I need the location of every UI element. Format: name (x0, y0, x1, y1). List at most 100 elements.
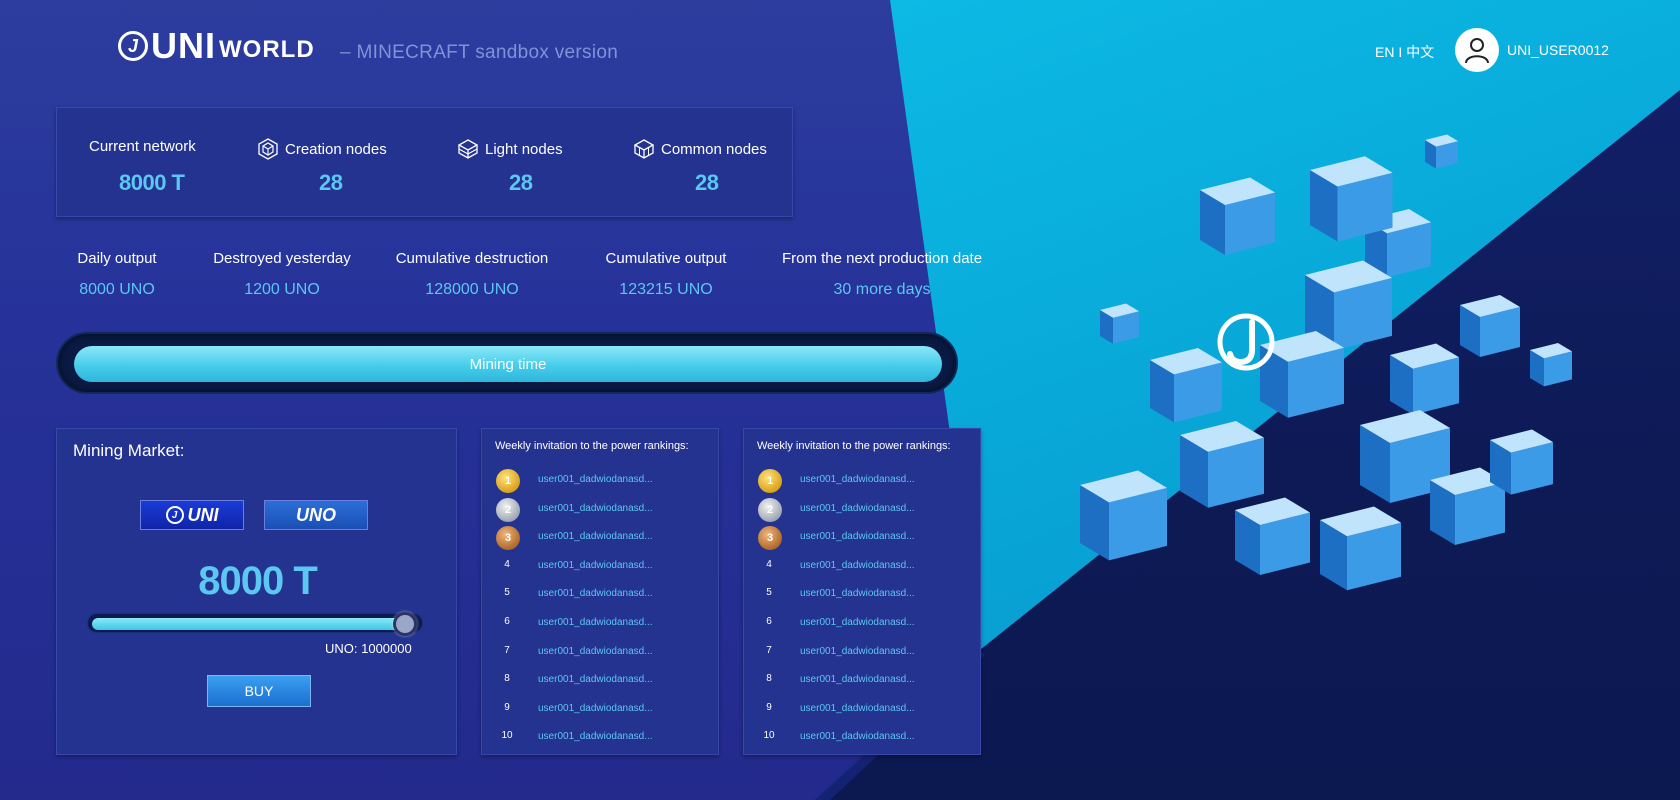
ranking-user[interactable]: user001_dadwiodanasd... (800, 731, 915, 742)
mining-market-panel: Mining Market: J UNI UNO 8000 T UNO: 100… (56, 428, 457, 755)
ranking-row[interactable]: 5 user001_dadwiodanasd... (744, 583, 982, 607)
network-panel: Current network 8000 T Creation nodes 28… (56, 107, 793, 217)
stat-value: 123215 UNO (619, 281, 713, 298)
mining-time-fill: Mining time (74, 346, 942, 382)
ranking-position: 10 (501, 730, 513, 742)
ranking-row[interactable]: 2 user001_dadwiodanasd... (482, 497, 720, 522)
ranking-position: 5 (766, 587, 772, 599)
ranking-user[interactable]: user001_dadwiodanasd... (800, 617, 915, 628)
ranking-user[interactable]: user001_dadwiodanasd... (538, 674, 653, 685)
token-uni-button[interactable]: J UNI (140, 500, 244, 530)
ranking-user[interactable]: user001_dadwiodanasd... (538, 531, 653, 542)
mining-time-bar: Mining time (56, 332, 958, 394)
ranking-position: 6 (766, 616, 772, 627)
ranking-position: 8 (504, 673, 510, 685)
ranking-user[interactable]: user001_dadwiodanasd... (800, 674, 915, 685)
uni-token-icon: J (165, 506, 184, 524)
ranking-user[interactable]: user001_dadwiodanasd... (538, 560, 653, 571)
ranking-row[interactable]: 1 user001_dadwiodanasd... (744, 469, 982, 493)
slider-fill (92, 618, 414, 630)
network-value: 8000 T (119, 170, 185, 195)
language-toggle[interactable]: EN I 中文 (1375, 42, 1434, 62)
network-label: Current network (89, 138, 196, 155)
stat-next-production: From the next production date 30 more da… (781, 250, 983, 299)
stat-value: 8000 UNO (79, 281, 155, 298)
network-label: Creation nodes (257, 138, 387, 160)
ranking-position: 10 (763, 730, 775, 742)
ranking-user[interactable]: user001_dadwiodanasd... (538, 588, 653, 599)
stat-daily-output: Daily output 8000 UNO (72, 250, 162, 299)
rankings-panel-1: Weekly invitation to the power rankings:… (481, 428, 719, 755)
ranking-row[interactable]: 9 user001_dadwiodanasd... (482, 698, 720, 722)
stat-value: 128000 UNO (425, 281, 519, 298)
ranking-row[interactable]: 8 user001_dadwiodanasd... (744, 669, 982, 693)
ranking-row[interactable]: 2 user001_dadwiodanasd... (744, 497, 982, 522)
ranking-user[interactable]: user001_dadwiodanasd... (800, 646, 915, 657)
network-value: 28 (695, 170, 719, 195)
cube-icon (633, 139, 655, 159)
ranking-row[interactable]: 7 user001_dadwiodanasd... (744, 641, 982, 665)
ranking-row[interactable]: 5 user001_dadwiodanasd... (482, 583, 720, 607)
ranking-user[interactable]: user001_dadwiodanasd... (538, 503, 653, 514)
ranking-user[interactable]: user001_dadwiodanasd... (538, 617, 653, 628)
stat-label: Cumulative destruction (395, 250, 549, 267)
stat-cumulative-output: Cumulative output 123215 UNO (603, 250, 729, 299)
slider-thumb[interactable] (393, 612, 418, 636)
stat-label: Daily output (77, 250, 157, 267)
ranking-position: 4 (766, 558, 772, 570)
username[interactable]: UNI_USER0012 (1507, 42, 1609, 58)
app-logo[interactable]: J UNI WORLD (118, 28, 315, 64)
ranking-user[interactable]: user001_dadwiodanasd... (800, 588, 915, 599)
ranking-user[interactable]: user001_dadwiodanasd... (800, 531, 915, 542)
ranking-user[interactable]: user001_dadwiodanasd... (538, 731, 653, 742)
ranking-user[interactable]: user001_dadwiodanasd... (538, 474, 653, 485)
token-uno-button[interactable]: UNO (264, 500, 368, 530)
stat-value: 1200 UNO (244, 281, 320, 298)
stat-cumulative-destruction: Cumulative destruction 128000 UNO (395, 250, 549, 299)
ranking-row[interactable]: 9 user001_dadwiodanasd... (744, 698, 982, 722)
cube-cluster-illustration (1080, 134, 1572, 591)
gold-medal-icon: 1 (496, 469, 520, 493)
ranking-user[interactable]: user001_dadwiodanasd... (800, 560, 915, 571)
ranking-row[interactable]: 6 user001_dadwiodanasd... (482, 612, 720, 636)
network-label: Light nodes (457, 138, 563, 160)
stat-label: Cumulative output (605, 250, 727, 267)
user-avatar[interactable] (1455, 28, 1499, 72)
ranking-user[interactable]: user001_dadwiodanasd... (800, 474, 915, 485)
uno-balance: UNO: 1000000 (325, 641, 412, 656)
ranking-row[interactable]: 1 user001_dadwiodanasd... (482, 469, 720, 493)
ranking-user[interactable]: user001_dadwiodanasd... (538, 703, 653, 714)
logo-world-text: WORLD (219, 36, 315, 63)
ranking-row[interactable]: 6 user001_dadwiodanasd... (744, 612, 982, 636)
ranking-user[interactable]: user001_dadwiodanasd... (800, 703, 915, 714)
page-subtitle: – MINECRAFT sandbox version (340, 42, 619, 63)
ranking-position: 9 (766, 701, 772, 713)
ranking-row[interactable]: 8 user001_dadwiodanasd... (482, 669, 720, 693)
hexagon-cube-icon (258, 138, 278, 160)
ranking-position: 4 (504, 558, 510, 570)
rankings-panel-2: Weekly invitation to the power rankings:… (743, 428, 981, 755)
ranking-user[interactable]: user001_dadwiodanasd... (800, 503, 915, 514)
rankings-title: Weekly invitation to the power rankings: (757, 440, 951, 452)
market-title: Mining Market: (73, 441, 185, 460)
ranking-row[interactable]: 10 user001_dadwiodanasd... (482, 726, 720, 750)
ranking-position: 9 (504, 701, 510, 713)
ranking-position: 7 (504, 644, 510, 656)
buy-button[interactable]: BUY (207, 675, 311, 707)
ranking-row[interactable]: 3 user001_dadwiodanasd... (744, 526, 982, 551)
silver-medal-icon: 2 (496, 497, 520, 522)
stat-label: From the next production date (781, 250, 983, 267)
ranking-row[interactable]: 4 user001_dadwiodanasd... (482, 555, 720, 579)
ranking-user[interactable]: user001_dadwiodanasd... (538, 646, 653, 657)
network-value: 28 (509, 170, 533, 195)
amount-slider[interactable] (87, 612, 423, 636)
network-label: Common nodes (633, 138, 767, 160)
bronze-medal-icon: 3 (758, 526, 782, 551)
bronze-medal-icon: 3 (496, 526, 520, 551)
ranking-row[interactable]: 7 user001_dadwiodanasd... (482, 641, 720, 665)
ranking-row[interactable]: 10 user001_dadwiodanasd... (744, 726, 982, 750)
ranking-row[interactable]: 4 user001_dadwiodanasd... (744, 555, 982, 579)
stat-label: Destroyed yesterday (213, 250, 351, 267)
stat-value: 30 more days (833, 281, 931, 298)
ranking-row[interactable]: 3 user001_dadwiodanasd... (482, 526, 720, 551)
